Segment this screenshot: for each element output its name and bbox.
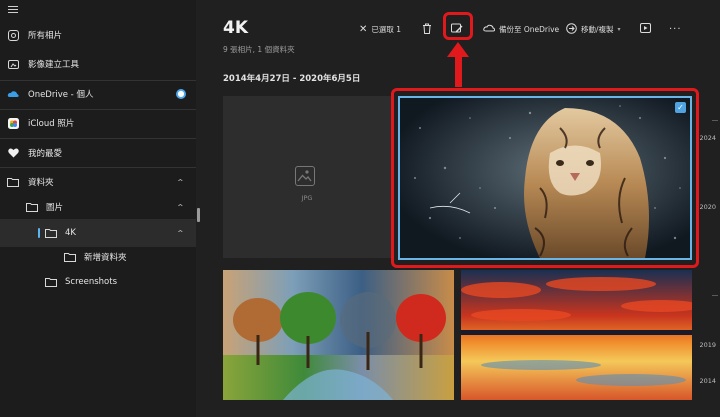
cloud-upload-icon bbox=[483, 23, 496, 35]
photo-tile-seasons-trees[interactable] bbox=[223, 270, 454, 400]
timeline-year[interactable]: 2020 bbox=[699, 203, 716, 211]
date-range-header: 2014年4月27日 - 2020年6月5日 bbox=[223, 74, 361, 84]
move-copy-button[interactable]: 移動/複製 ▾ bbox=[566, 22, 621, 36]
page-subtitle: 9 張相片, 1 個資料夾 bbox=[223, 45, 295, 54]
sidebar-item-creator[interactable]: 影像建立工具 bbox=[0, 50, 196, 78]
sidebar-item-folders[interactable]: 資料夾 ⌃ bbox=[0, 168, 196, 196]
seasons-trees-image bbox=[223, 270, 454, 400]
sync-status-icon: ● bbox=[176, 89, 186, 99]
folder-icon bbox=[7, 176, 19, 188]
toolbar-highlight-annotation bbox=[443, 12, 473, 40]
image-placeholder-icon bbox=[295, 166, 315, 186]
photo-highlight-annotation bbox=[391, 88, 699, 268]
more-options-button[interactable]: ··· bbox=[669, 22, 682, 36]
timeline-year[interactable]: 2024 bbox=[699, 134, 716, 142]
chevron-up-icon[interactable]: ⌃ bbox=[176, 203, 185, 212]
sidebar-item-icloud[interactable]: iCloud 照片 bbox=[0, 109, 196, 137]
sidebar-resize-handle[interactable] bbox=[197, 208, 200, 222]
slideshow-icon bbox=[640, 23, 651, 35]
selection-indicator bbox=[38, 228, 40, 238]
move-copy-label: 移動/複製 bbox=[581, 24, 614, 34]
clear-selection-button[interactable]: ✕ 已選取 1 bbox=[359, 22, 401, 36]
folder-icon bbox=[45, 227, 57, 239]
photos-icon bbox=[7, 29, 19, 41]
delete-button[interactable] bbox=[422, 22, 432, 36]
file-type-label: JPG bbox=[301, 194, 313, 202]
move-icon bbox=[566, 22, 577, 36]
folder-icon bbox=[45, 276, 57, 288]
sidebar-item-pictures[interactable]: 圖片 ⌃ bbox=[0, 193, 196, 221]
sidebar: 所有相片 影像建立工具 OneDrive - 個人 ● iCloud 照片 我的… bbox=[0, 0, 196, 417]
sidebar-item-label: 新增資料夾 bbox=[84, 253, 127, 263]
photo-tile-jpg-placeholder[interactable]: JPG bbox=[223, 96, 391, 258]
sidebar-item-screenshots[interactable]: Screenshots bbox=[0, 268, 196, 296]
sidebar-item-label: Screenshots bbox=[65, 277, 118, 287]
timeline-year[interactable]: 2014 bbox=[699, 377, 716, 385]
chevron-up-icon[interactable]: ⌃ bbox=[176, 178, 185, 187]
trash-icon bbox=[422, 23, 432, 36]
chevron-down-icon: ▾ bbox=[617, 25, 621, 33]
sidebar-item-label: 所有相片 bbox=[28, 31, 63, 41]
sunset-lake-image bbox=[461, 270, 692, 400]
sidebar-item-label: iCloud 照片 bbox=[28, 119, 75, 129]
backup-label: 備份至 OneDrive bbox=[499, 24, 560, 34]
selected-count-label: 已選取 1 bbox=[371, 24, 402, 34]
sidebar-item-label: 圖片 bbox=[46, 203, 64, 213]
timeline-year[interactable]: 2019 bbox=[699, 341, 716, 349]
icloud-icon bbox=[7, 117, 19, 129]
creator-icon bbox=[7, 58, 19, 70]
sidebar-item-label: 4K bbox=[65, 228, 76, 238]
photo-tile-sunset-lake[interactable] bbox=[461, 270, 692, 400]
page-title: 4K bbox=[223, 18, 249, 38]
sidebar-item-onedrive[interactable]: OneDrive - 個人 ● bbox=[0, 80, 196, 108]
close-icon: ✕ bbox=[359, 23, 368, 35]
sidebar-item-label: OneDrive - 個人 bbox=[28, 90, 94, 100]
cloud-icon bbox=[7, 88, 19, 100]
backup-onedrive-button[interactable]: 備份至 OneDrive bbox=[483, 22, 559, 36]
sidebar-item-label: 我的最愛 bbox=[28, 149, 63, 159]
arrow-up-annotation-icon bbox=[447, 42, 469, 57]
heart-icon bbox=[7, 147, 19, 159]
main-content: 4K 9 張相片, 1 個資料夾 ✕ 已選取 1 備份至 OneDrive 移動… bbox=[203, 0, 720, 417]
hamburger-menu-icon[interactable] bbox=[8, 6, 18, 14]
folder-icon bbox=[26, 201, 38, 213]
chevron-up-icon[interactable]: ⌃ bbox=[176, 229, 185, 238]
sidebar-item-label: 資料夾 bbox=[28, 178, 54, 188]
sidebar-item-all-photos[interactable]: 所有相片 bbox=[0, 21, 196, 49]
sidebar-item-label: 影像建立工具 bbox=[28, 60, 80, 70]
timeline-tick bbox=[712, 295, 718, 296]
sidebar-item-favorites[interactable]: 我的最愛 bbox=[0, 139, 196, 167]
timeline-tick bbox=[712, 120, 718, 121]
more-icon: ··· bbox=[669, 23, 682, 35]
sidebar-item-new-folder[interactable]: 新增資料夾 bbox=[0, 243, 196, 271]
folder-icon bbox=[64, 251, 76, 263]
slideshow-button[interactable] bbox=[640, 22, 651, 36]
arrow-shaft-annotation bbox=[455, 57, 462, 87]
